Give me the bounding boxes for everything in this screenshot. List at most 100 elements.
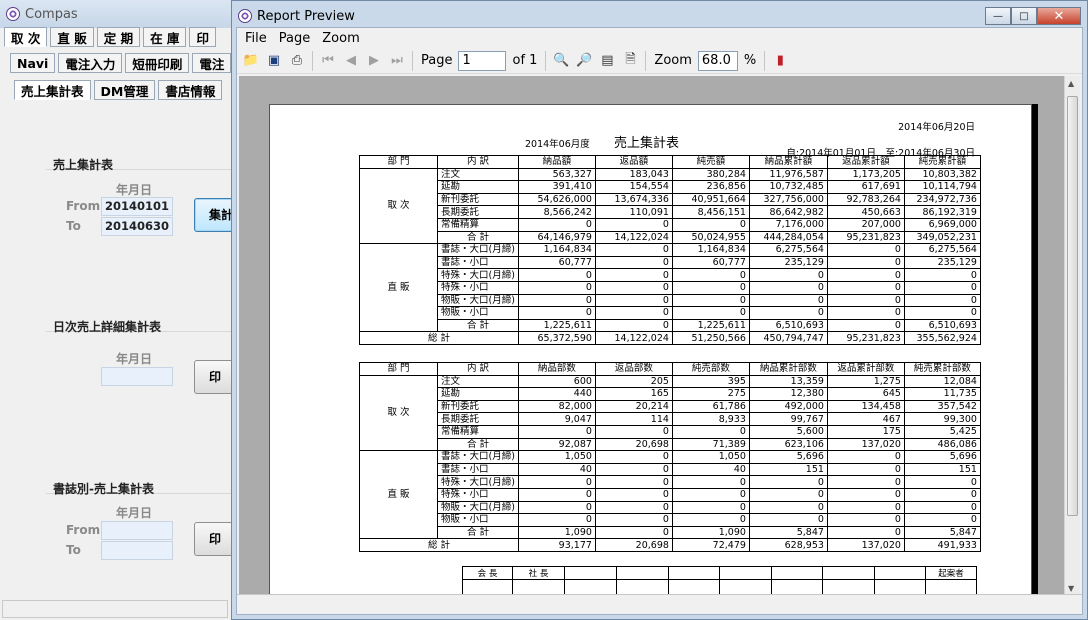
amount-value-cell: 391,410 <box>517 180 596 194</box>
magazine-print-button[interactable]: 印 <box>194 522 231 556</box>
approval-stamp-table: 会 長社 長 起案者 <box>462 566 977 596</box>
count-value-cell: 1,275 <box>826 374 905 389</box>
close-icon[interactable]: ✕ <box>1037 7 1081 25</box>
amount-value-cell: 1,173,205 <box>826 167 905 182</box>
sales-section-title: 売上集計表 <box>53 158 114 172</box>
last-page-icon[interactable]: ⏭ <box>387 51 407 71</box>
menu-page[interactable]: Page <box>275 31 318 46</box>
menu-file[interactable]: File <box>241 31 275 46</box>
count-value-cell: 92,087 <box>517 437 596 452</box>
tab-dm-kanri[interactable]: DM管理 <box>93 80 156 100</box>
menu-zoom[interactable]: Zoom <box>318 31 367 46</box>
tab-zaiko[interactable]: 在 庫 <box>143 27 187 47</box>
approval-header-cell: 会 長 <box>462 566 513 580</box>
count-value-cell: 0 <box>826 487 905 502</box>
tab-tanzaku-insatsu[interactable]: 短冊印刷 <box>125 53 190 73</box>
close-preview-icon[interactable]: ▮ <box>770 51 790 71</box>
tab-shoten-joho[interactable]: 書店情報 <box>158 80 223 100</box>
amount-value-cell: 6,275,564 <box>903 243 981 257</box>
count-value-cell: 0 <box>748 487 828 502</box>
toolbar-separator <box>764 50 766 71</box>
count-value-cell: 0 <box>748 513 828 527</box>
count-value-cell: 9,047 <box>517 412 596 426</box>
tab-in[interactable]: 印 <box>189 27 216 47</box>
page-width-icon[interactable]: ▤ <box>597 51 617 71</box>
amount-value-cell: 10,114,794 <box>903 180 981 194</box>
count-value-cell: 12,380 <box>748 387 828 401</box>
page-number-input[interactable]: 1 <box>458 50 507 71</box>
preview-status-bar <box>237 594 1082 614</box>
count-value-cell: 0 <box>826 525 905 540</box>
save-icon[interactable]: ▣ <box>264 51 284 71</box>
compas-titlebar[interactable]: Compas <box>0 0 231 28</box>
sales-from-label: From <box>66 199 101 213</box>
open-folder-icon[interactable]: 📁 <box>241 51 261 71</box>
compas-title: Compas <box>25 6 78 22</box>
page-count-label: of 1 <box>512 53 538 68</box>
next-page-icon[interactable]: ▶ <box>364 51 384 71</box>
table-row: 長期委託 9,047 114 8,933 99,767 467 99,300 <box>360 412 981 426</box>
table-row: 特殊・大口(月締) 0 0 0 0 0 0 <box>360 268 981 282</box>
count-value-cell: 72,479 <box>671 538 750 552</box>
print-icon[interactable]: ⎙ <box>287 51 307 71</box>
table-row: 合 計 1,090 0 1,090 5,847 0 5,847 <box>360 525 981 540</box>
count-value-cell: 0 <box>594 513 673 527</box>
main-tabs: 取 次 直 販 定 期 在 庫 印 <box>4 27 216 47</box>
tab-denchu-nyuryoku[interactable]: 電注入力 <box>58 53 123 73</box>
amount-breakdown-cell: 特殊・大口(月締) <box>437 268 519 282</box>
table-row: 新刊委託 54,626,000 13,674,336 40,951,664 327,75… <box>360 192 981 207</box>
count-value-cell: 645 <box>826 387 905 401</box>
amount-value-cell: 0 <box>594 318 673 333</box>
amount-value-cell: 65,372,590 <box>517 331 596 345</box>
zoom-in-icon[interactable]: 🔍 <box>551 51 571 71</box>
daily-date-input[interactable] <box>101 367 173 386</box>
tab-uriage-shukeihyo[interactable]: 売上集計表 <box>14 80 91 100</box>
magazine-from-input[interactable] <box>101 521 173 540</box>
amount-value-cell: 110,091 <box>594 205 673 219</box>
count-breakdown-cell: 書誌・大口(月締) <box>437 450 519 464</box>
amount-value-cell: 0 <box>594 280 673 295</box>
count-breakdown-cell: 合 計 <box>437 437 519 452</box>
count-value-cell: 82,000 <box>517 399 596 414</box>
sales-to-input[interactable]: 20140630 <box>101 217 173 236</box>
sales-aggregate-button[interactable]: 集計 <box>194 198 231 232</box>
magazine-to-label: To <box>66 543 81 557</box>
tab-toritsugi[interactable]: 取 次 <box>4 27 48 47</box>
minimize-icon[interactable]: — <box>985 7 1011 25</box>
table-row: 物販・小口 0 0 0 0 0 0 <box>360 513 981 527</box>
count-header-cell: 純売累計部数 <box>903 362 981 376</box>
tab-chokuhan[interactable]: 直 販 <box>50 27 94 47</box>
first-page-icon[interactable]: ⏮ <box>318 51 338 71</box>
magazine-to-input[interactable] <box>101 541 173 560</box>
approval-header-cell <box>616 566 669 580</box>
vertical-scrollbar[interactable]: ▲ ▼ <box>1064 76 1080 596</box>
amount-value-cell: 236,856 <box>671 180 750 194</box>
report-viewport[interactable]: 2014年06月20日 2014年06月度 売上集計表 自:2014年01月01… <box>239 76 1064 596</box>
tab-navi[interactable]: Navi <box>10 53 56 73</box>
amount-header-row: 部 門内 訳納品額 返品額 純売額 納品累計額 返品累計額 純売累計額 <box>359 155 981 169</box>
table-row: 直 販書誌・大口(月締) 1,050 0 1,050 5,696 0 5,696 <box>359 450 981 540</box>
sales-from-input[interactable]: 20140101 <box>101 197 173 216</box>
amount-value-cell: 0 <box>517 268 596 282</box>
amount-breakdown-cell: 書誌・大口(月締) <box>437 243 519 257</box>
zoom-out-icon[interactable]: 🔎 <box>574 51 594 71</box>
count-value-cell: 0 <box>826 500 905 515</box>
scroll-down-icon[interactable]: ▼ <box>1068 584 1074 593</box>
count-value-cell: 623,106 <box>748 437 828 452</box>
amount-breakdown-cell: 書誌・小口 <box>437 255 519 270</box>
count-value-cell: 93,177 <box>517 538 596 552</box>
tab-denchu[interactable]: 電注 <box>192 53 231 73</box>
amount-value-cell: 183,043 <box>594 167 673 182</box>
report-print-date: 2014年06月20日 <box>898 122 975 133</box>
scroll-up-icon[interactable]: ▲ <box>1068 79 1074 88</box>
whole-page-icon[interactable]: 🗎 <box>620 51 640 71</box>
zoom-input[interactable]: 68.0 <box>697 50 738 71</box>
amount-value-cell: 54,626,000 <box>517 192 596 207</box>
tab-teiki[interactable]: 定 期 <box>96 27 141 47</box>
scroll-thumb[interactable] <box>1067 96 1078 516</box>
amount-value-cell: 0 <box>903 280 981 295</box>
amount-value-cell: 50,024,955 <box>671 230 750 245</box>
prev-page-icon[interactable]: ◀ <box>341 51 361 71</box>
maximize-icon[interactable]: □ <box>1011 7 1037 25</box>
daily-print-button[interactable]: 印 <box>194 360 231 394</box>
